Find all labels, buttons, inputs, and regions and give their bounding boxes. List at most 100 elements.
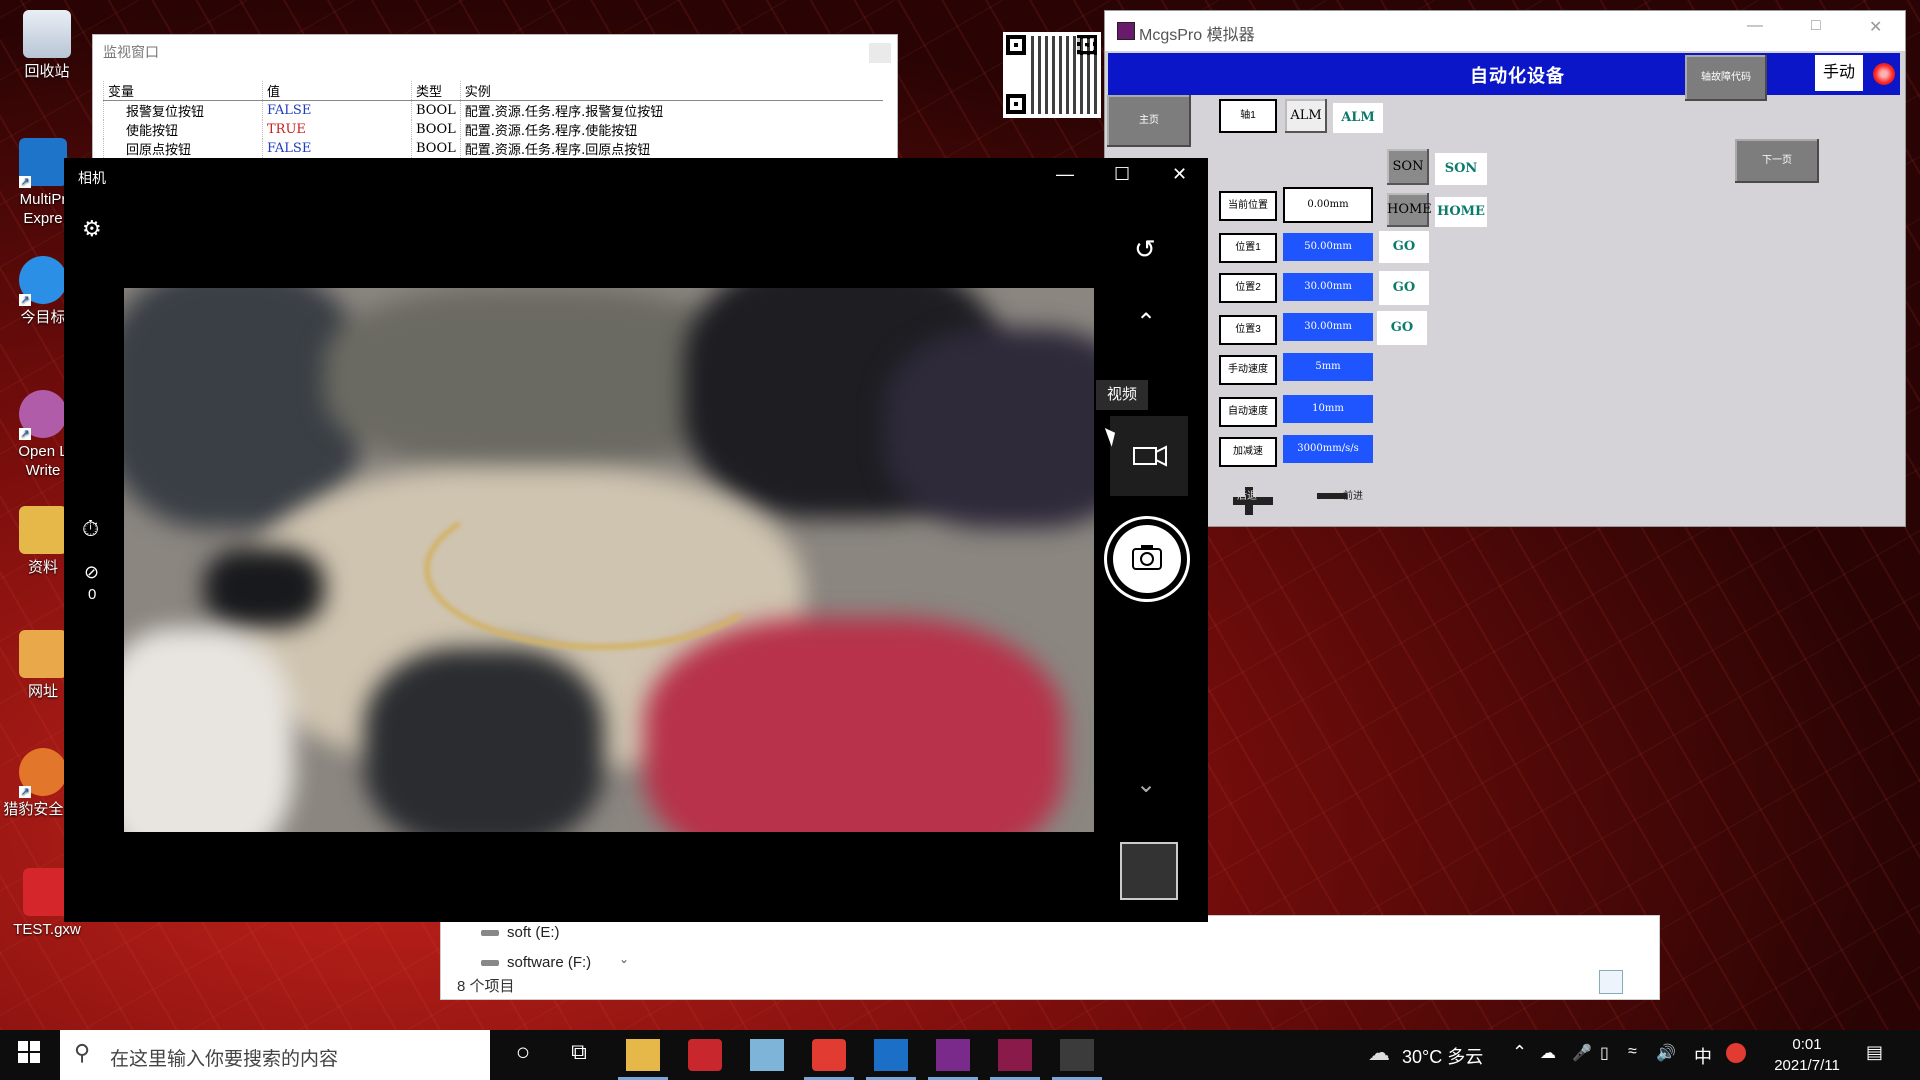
alm-button[interactable]: ALM — [1285, 99, 1327, 133]
monitor-table: 变量 值 类型 实例 报警复位按钮 FALSE BOOL 配置.资源.任务.程序… — [103, 81, 883, 158]
weather-icon[interactable]: ☁ — [1368, 1040, 1390, 1066]
col-header-type: 类型 — [411, 81, 461, 101]
clock[interactable]: 0:01 2021/7/11 — [1770, 1034, 1844, 1076]
table-row[interactable]: 报警复位按钮 FALSE BOOL 配置.资源.任务.程序.报警复位按钮 — [103, 100, 883, 120]
minimize-icon[interactable]: — — [1056, 164, 1074, 185]
weather-text[interactable]: 30°C 多云 — [1402, 1043, 1483, 1069]
taskbar-search-box[interactable]: ⚲ 在这里输入你要搜索的内容 — [60, 1030, 490, 1080]
son-indicator: SON — [1435, 153, 1487, 185]
recycle-bin-icon — [23, 10, 71, 58]
windows-start-icon[interactable] — [16, 1039, 46, 1071]
position2-go-button[interactable]: GO — [1379, 271, 1429, 305]
close-icon[interactable]: ✕ — [1172, 164, 1187, 185]
chevron-up-icon[interactable]: ⌃ — [1136, 308, 1156, 337]
home-button[interactable]: HOME — [1387, 193, 1432, 227]
timer-count: 0 — [88, 586, 97, 603]
large-icons-view-icon[interactable] — [1627, 970, 1651, 994]
mode-indicator[interactable]: 手动 — [1815, 55, 1863, 91]
app-icon-3[interactable] — [750, 1039, 784, 1071]
mcgs-taskbar-icon[interactable] — [928, 1039, 978, 1080]
maximize-icon[interactable]: ☐ — [1114, 164, 1130, 185]
minimize-icon[interactable]: — — [1747, 17, 1763, 35]
home-page-button[interactable]: 主页 — [1107, 95, 1191, 147]
current-position-value: 0.00mm — [1283, 187, 1373, 223]
sogou-ime-icon[interactable] — [1726, 1043, 1746, 1063]
table-row[interactable]: 使能按钮 TRUE BOOL 配置.资源.任务.程序.使能按钮 — [103, 120, 883, 139]
settings-gear-icon[interactable]: ⚙ — [82, 216, 102, 242]
clock-date: 2021/7/11 — [1774, 1057, 1840, 1074]
mcgs-titlebar: McgsPro 模拟器 — □ ✕ — [1105, 11, 1905, 51]
monitor-title: 监视窗口 — [93, 35, 897, 69]
camera-title: 相机 — [78, 170, 106, 186]
last-capture-thumbnail[interactable] — [1120, 842, 1178, 900]
col-header-value: 值 — [262, 81, 412, 101]
camera-preview — [124, 288, 1094, 832]
switch-camera-icon[interactable]: ↺ — [1134, 234, 1156, 265]
axis-fault-code-button[interactable]: 轴故障代码 — [1685, 55, 1767, 101]
brightness-icon[interactable]: ⊘ — [84, 562, 99, 583]
url-folder-icon — [19, 630, 67, 678]
position3-go-button[interactable]: GO — [1377, 311, 1427, 345]
wifi-icon[interactable]: ≈ — [1628, 1043, 1637, 1061]
file-explorer-icon[interactable] — [618, 1039, 668, 1080]
position3-input[interactable]: 30.00mm — [1283, 313, 1373, 341]
position1-label: 位置1 — [1219, 233, 1277, 263]
monitor-maximize-button[interactable] — [869, 43, 891, 63]
file-explorer-window: soft (E:) software (F:) ⌄ 8 个项目 — [440, 915, 1660, 1000]
timer-icon[interactable]: ⏱ — [82, 516, 99, 542]
taskbar: ⚲ 在这里输入你要搜索的内容 ○ ⧉ ☁ 30°C 多云 ⌃ ☁ 🎤 ▯ ≈ 🔊… — [0, 1030, 1920, 1080]
qr-code-image — [1003, 32, 1101, 118]
details-view-icon[interactable] — [1599, 970, 1623, 994]
camera-window: 相机 — ☐ ✕ ⚙ ⏱ ⊘ 0 ↺ ⌃ 视频 ⌄ — [64, 158, 1208, 922]
app-icon-4[interactable] — [804, 1039, 854, 1080]
status-lamp-icon — [1873, 63, 1895, 85]
multiprog-taskbar-icon[interactable] — [866, 1039, 916, 1080]
chevron-down-icon[interactable]: ⌄ — [619, 952, 629, 966]
home-indicator: HOME — [1435, 197, 1487, 227]
volume-icon[interactable]: 🔊 — [1656, 1043, 1676, 1063]
wps-icon[interactable] — [688, 1039, 722, 1071]
openlive-writer-icon — [19, 390, 67, 440]
alm-indicator: ALM — [1333, 103, 1383, 133]
position1-input[interactable]: 50.00mm — [1283, 233, 1373, 261]
maximize-icon[interactable]: □ — [1811, 17, 1821, 35]
drive-item-software[interactable]: software (F:) — [481, 954, 591, 971]
manual-speed-input[interactable]: 5mm — [1283, 353, 1373, 381]
battery-icon[interactable]: ▯ — [1600, 1043, 1609, 1063]
drive-item-soft[interactable]: soft (E:) — [481, 924, 560, 941]
auto-speed-label: 自动速度 — [1219, 397, 1277, 427]
next-page-button[interactable]: 下一页 — [1735, 139, 1819, 183]
video-mode-button[interactable] — [1110, 416, 1188, 496]
auto-speed-input[interactable]: 10mm — [1283, 395, 1373, 423]
accel-input[interactable]: 3000mm/s/s — [1283, 435, 1373, 463]
close-icon[interactable]: ✕ — [1869, 17, 1882, 37]
position3-label: 位置3 — [1219, 315, 1277, 345]
position2-input[interactable]: 30.00mm — [1283, 273, 1373, 301]
son-button[interactable]: SON — [1387, 149, 1429, 185]
search-placeholder: 在这里输入你要搜索的内容 — [110, 1049, 339, 1070]
jog-forward-button[interactable]: 前进 — [1311, 479, 1381, 513]
photo-shutter-button[interactable] — [1104, 516, 1190, 602]
desktop: 回收站 MultiPr Expre 今目标 Open L Write 资料 网址… — [0, 0, 1920, 1030]
banner: 自动化设备 — [1108, 53, 1900, 95]
jog-back-button[interactable]: 后退 — [1219, 483, 1289, 517]
axis-label: 轴1 — [1219, 99, 1277, 133]
ime-indicator[interactable]: 中 — [1694, 1043, 1712, 1069]
tooltip: 视频 — [1096, 380, 1148, 410]
task-view-icon[interactable]: ⧉ — [562, 1039, 596, 1071]
mcgs-logo-icon — [1117, 22, 1135, 40]
desktop-icon-recycle-bin[interactable]: 回收站 — [4, 10, 90, 81]
onedrive-icon[interactable]: ☁ — [1540, 1043, 1556, 1063]
mcgs-sim-taskbar-icon[interactable] — [990, 1039, 1040, 1080]
chevron-down-icon[interactable]: ⌄ — [1136, 770, 1156, 799]
chevron-up-icon[interactable]: ⌃ — [1512, 1042, 1527, 1063]
cortana-icon[interactable]: ○ — [506, 1039, 540, 1071]
microphone-icon[interactable]: 🎤 — [1572, 1043, 1592, 1063]
table-row[interactable]: 回原点按钮 FALSE BOOL 配置.资源.任务.程序.回原点按钮 — [103, 139, 883, 158]
position1-go-button[interactable]: GO — [1379, 231, 1429, 263]
folder-icon — [19, 506, 67, 554]
clock-time: 0:01 — [1792, 1036, 1822, 1053]
mcgs-simulator-window: McgsPro 模拟器 — □ ✕ 自动化设备 轴故障代码 手动 主页 下一页 … — [1104, 10, 1906, 527]
camera-taskbar-icon[interactable] — [1052, 1039, 1102, 1080]
notification-icon[interactable]: ▤ — [1866, 1042, 1883, 1063]
